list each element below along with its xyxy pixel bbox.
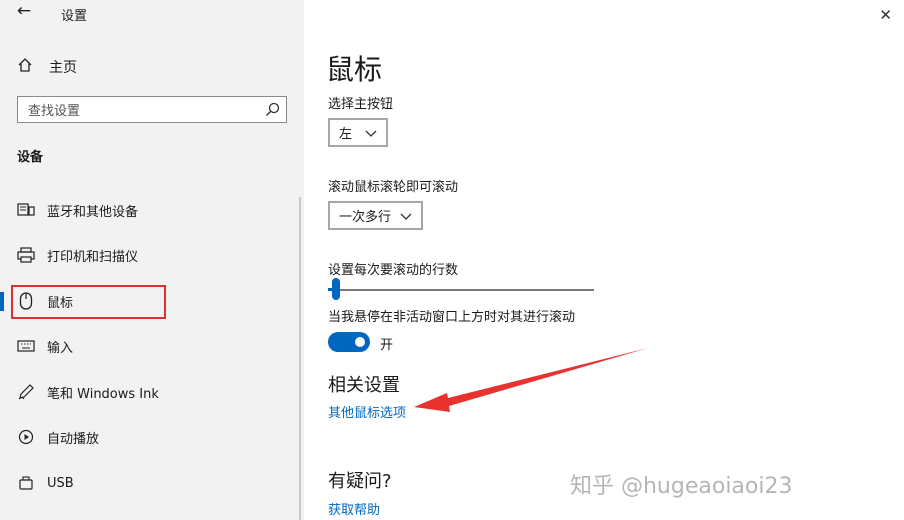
sidebar-item-label: 蓝牙和其他设备 <box>47 204 139 220</box>
lines-slider-track[interactable] <box>328 289 594 291</box>
pen-icon <box>16 382 36 402</box>
arrow-left-icon[interactable]: ← <box>14 1 34 21</box>
sidebar-item-label: USB <box>47 475 74 491</box>
lines-slider-label: 设置每次要滚动的行数 <box>328 263 459 278</box>
sidebar-scrollbar[interactable] <box>299 197 301 520</box>
printer-icon <box>16 245 36 265</box>
toggle-state-label: 开 <box>380 338 394 353</box>
main-content: ✕ 鼠标 选择主按钮 左 滚动鼠标滚轮即可滚动 一次多行 设置每次要滚动的行数 … <box>304 0 904 520</box>
additional-mouse-options-link[interactable]: 其他鼠标选项 <box>328 402 406 421</box>
search-input[interactable] <box>26 100 260 122</box>
sidebar: ← 设置 主页 设备 蓝牙和其他设备 打印机和扫描仪 鼠标 <box>0 0 304 520</box>
sidebar-item-bluetooth[interactable]: 蓝牙和其他设备 <box>0 194 300 226</box>
scroll-mode-label: 滚动鼠标滚轮即可滚动 <box>328 180 459 195</box>
usb-icon <box>16 473 36 493</box>
home-label: 主页 <box>49 60 77 76</box>
dropdown-value: 一次多行 <box>339 210 392 225</box>
title-bar: ← 设置 <box>0 0 304 26</box>
primary-button-label: 选择主按钮 <box>328 97 394 112</box>
toggle-knob <box>355 337 365 347</box>
search-box <box>17 96 287 123</box>
sidebar-item-typing[interactable]: 输入 <box>0 330 300 362</box>
sidebar-item-label: 打印机和扫描仪 <box>47 249 139 265</box>
sidebar-item-pen[interactable]: 笔和 Windows Ink <box>0 376 300 408</box>
section-header-devices: 设备 <box>17 150 44 165</box>
inactive-scroll-toggle[interactable] <box>328 332 370 352</box>
app-title: 设置 <box>61 9 88 24</box>
related-settings-header: 相关设置 <box>328 375 400 396</box>
get-help-link[interactable]: 获取帮助 <box>328 499 380 518</box>
watermark: 知乎 @hugeaoiaoi23 <box>570 474 793 499</box>
bluetooth-devices-icon <box>16 200 36 220</box>
inactive-scroll-label: 当我悬停在非活动窗口上方时对其进行滚动 <box>328 310 576 325</box>
scroll-mode-dropdown[interactable]: 一次多行 <box>328 201 423 230</box>
sidebar-item-label: 输入 <box>47 340 74 356</box>
close-icon[interactable]: ✕ <box>879 6 892 24</box>
autoplay-icon <box>16 427 36 447</box>
home-icon <box>17 57 33 77</box>
dropdown-value: 左 <box>339 127 353 142</box>
lines-slider-thumb[interactable] <box>331 278 340 300</box>
sidebar-item-label: 笔和 Windows Ink <box>47 386 159 402</box>
chevron-down-icon <box>365 127 377 142</box>
highlight-box <box>11 285 166 319</box>
sidebar-item-usb[interactable]: USB <box>0 467 300 499</box>
page-title: 鼠标 <box>326 53 383 86</box>
keyboard-icon <box>16 336 36 356</box>
help-header: 有疑问? <box>328 471 392 492</box>
sidebar-item-label: 自动播放 <box>47 431 100 447</box>
sidebar-item-home[interactable]: 主页 <box>17 56 77 78</box>
chevron-down-icon <box>400 210 412 225</box>
search-icon[interactable] <box>265 102 280 121</box>
sidebar-item-autoplay[interactable]: 自动播放 <box>0 421 300 453</box>
sidebar-item-printers[interactable]: 打印机和扫描仪 <box>0 239 300 271</box>
primary-button-dropdown[interactable]: 左 <box>328 118 388 147</box>
